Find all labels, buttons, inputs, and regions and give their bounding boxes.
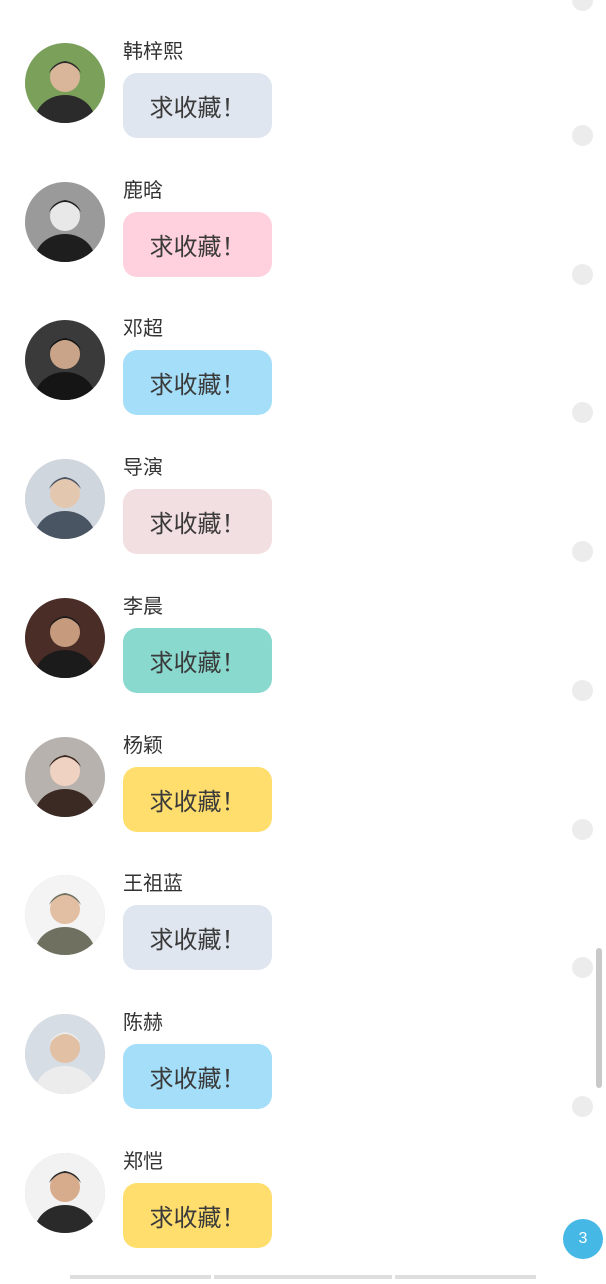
status-dot <box>572 819 593 840</box>
avatar[interactable] <box>25 598 105 678</box>
list-item[interactable]: 陈赫求收藏！ <box>0 1006 606 1145</box>
contact-name: 郑恺 <box>123 1149 163 1173</box>
message-text: 求收藏！ <box>149 649 246 677</box>
scrollbar[interactable] <box>596 948 602 1088</box>
message-bubble[interactable]: 求收藏！ <box>123 489 272 554</box>
unread-badge[interactable]: 3 <box>563 1219 603 1259</box>
tab-indicator-1[interactable] <box>70 1275 211 1279</box>
avatar[interactable] <box>25 43 105 123</box>
status-dot <box>572 541 593 562</box>
message-bubble[interactable]: 求收藏！ <box>123 905 272 970</box>
avatar[interactable] <box>25 182 105 262</box>
avatar[interactable] <box>25 459 105 539</box>
message-bubble[interactable]: 求收藏！ <box>123 212 272 277</box>
contact-name: 鹿晗 <box>123 178 163 202</box>
list-item[interactable]: 郑恺求收藏！ <box>0 1145 606 1284</box>
list-item[interactable]: 杨颖求收藏！ <box>0 729 606 868</box>
contact-name: 邓超 <box>123 316 163 340</box>
message-bubble[interactable]: 求收藏！ <box>123 1044 272 1109</box>
message-text: 求收藏！ <box>149 371 246 399</box>
avatar[interactable] <box>25 875 105 955</box>
message-text: 求收藏！ <box>149 94 246 122</box>
list-item[interactable]: 李晨求收藏！ <box>0 590 606 729</box>
status-dot <box>572 125 593 146</box>
message-bubble[interactable]: 求收藏！ <box>123 1183 272 1248</box>
tab-indicator-3[interactable] <box>395 1275 536 1279</box>
message-bubble[interactable]: 求收藏！ <box>123 73 272 138</box>
list-item[interactable]: 韩梓熙求收藏！ <box>0 35 606 174</box>
message-text: 求收藏！ <box>149 510 246 538</box>
contact-name: 杨颖 <box>123 733 163 757</box>
bottom-tab-bar <box>0 1275 606 1280</box>
list-item[interactable]: 鹿晗求收藏！ <box>0 174 606 313</box>
status-dot <box>572 402 593 423</box>
status-dot <box>572 1096 593 1117</box>
message-bubble[interactable]: 求收藏！ <box>123 767 272 832</box>
contact-name: 导演 <box>123 455 163 479</box>
status-dot <box>572 957 593 978</box>
message-bubble[interactable]: 求收藏！ <box>123 628 272 693</box>
status-dot <box>572 680 593 701</box>
message-text: 求收藏！ <box>149 1065 246 1093</box>
avatar[interactable] <box>25 320 105 400</box>
unread-badge-count: 3 <box>578 1230 588 1247</box>
contact-name: 陈赫 <box>123 1010 163 1034</box>
status-dot <box>572 0 593 11</box>
contact-name: 王祖蓝 <box>123 871 183 895</box>
message-text: 求收藏！ <box>149 233 246 261</box>
list-item[interactable]: 邓超求收藏！ <box>0 312 606 451</box>
avatar[interactable] <box>25 1014 105 1094</box>
contact-name: 李晨 <box>123 594 163 618</box>
avatar[interactable] <box>25 737 105 817</box>
list-item[interactable]: 王祖蓝求收藏！ <box>0 867 606 1006</box>
message-text: 求收藏！ <box>149 926 246 954</box>
message-text: 求收藏！ <box>149 1204 246 1232</box>
contact-name: 韩梓熙 <box>123 39 183 63</box>
status-dot <box>572 264 593 285</box>
avatar[interactable] <box>25 1153 105 1233</box>
message-bubble[interactable]: 求收藏！ <box>123 350 272 415</box>
message-text: 求收藏！ <box>149 788 246 816</box>
tab-indicator-2[interactable] <box>214 1275 392 1279</box>
list-item[interactable]: 导演求收藏！ <box>0 451 606 590</box>
